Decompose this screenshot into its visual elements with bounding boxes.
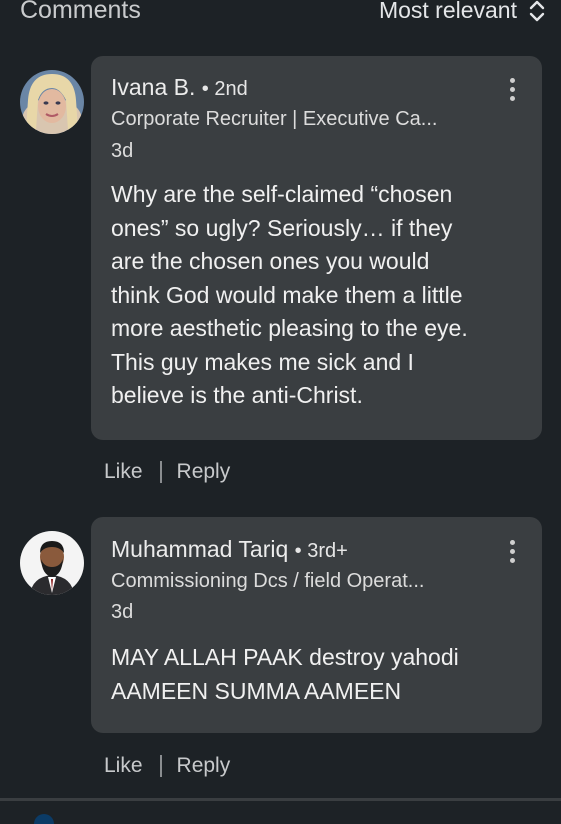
like-button[interactable]: Like (104, 754, 143, 778)
comment-text-line: are the chosen ones you would (111, 248, 430, 274)
more-options-icon[interactable] (510, 78, 516, 105)
avatar[interactable] (34, 814, 54, 824)
comment-text-line: ones” so ugly? Seriously… if they (111, 214, 453, 241)
comment-text: Why are the self-claimed “chosen ones” s… (111, 178, 468, 413)
chevron-up-down-icon (529, 0, 545, 21)
author-headline: Corporate Recruiter | Executive Ca... (111, 108, 438, 130)
comment-text-line: Why are the self-claimed “chosen (111, 181, 453, 207)
more-options-icon[interactable] (510, 540, 516, 567)
profile-photo-muhammad (20, 531, 84, 595)
profile-photo-ivana (20, 70, 84, 134)
avatar[interactable] (20, 531, 84, 595)
author-headline: Commissioning Dcs / field Operat... (111, 570, 425, 592)
comment-actions: Like Reply (104, 460, 230, 484)
comment-text-line: more aesthetic pleasing to the eye. (111, 315, 468, 341)
avatar[interactable] (20, 70, 84, 134)
connection-degree: • 2nd (201, 78, 248, 100)
comment-text-line: think God would make them a little (111, 281, 463, 308)
comment-text-line: AAMEEN SUMMA AAMEEN (111, 677, 402, 704)
comment-text-line: believe is the anti-Christ. (111, 382, 363, 408)
author-name[interactable]: Ivana B. (111, 74, 195, 100)
comments-title: Comments (20, 0, 141, 24)
comments-header: Comments Most relevant (0, 0, 561, 30)
comment-text-line: MAY ALLAH PAAK destroy yahodi (111, 644, 459, 670)
action-separator (159, 755, 162, 777)
author-line: Muhammad Tariq • 3rd+ (111, 536, 348, 563)
comment-text-line: This guy makes me sick and I (111, 348, 414, 375)
author-name[interactable]: Muhammad Tariq (111, 536, 288, 562)
comment-text: MAY ALLAH PAAK destroy yahodi AAMEEN SUM… (111, 641, 459, 708)
connection-degree: • 3rd+ (294, 540, 348, 562)
action-separator (159, 461, 162, 483)
comment-bubble: Ivana B. • 2nd Corporate Recruiter | Exe… (91, 56, 542, 440)
section-divider (0, 798, 561, 801)
comment-actions: Like Reply (104, 754, 230, 778)
comment-bubble: Muhammad Tariq • 3rd+ Commissioning Dcs … (91, 517, 542, 733)
sort-dropdown[interactable]: Most relevant (379, 0, 545, 24)
author-line: Ivana B. • 2nd (111, 74, 248, 101)
reply-button[interactable]: Reply (177, 754, 231, 778)
like-button[interactable]: Like (104, 460, 143, 484)
comment-time: 3d (111, 140, 134, 162)
comment-time: 3d (111, 601, 134, 623)
sort-label: Most relevant (378, 0, 517, 23)
reply-button[interactable]: Reply (177, 460, 231, 484)
